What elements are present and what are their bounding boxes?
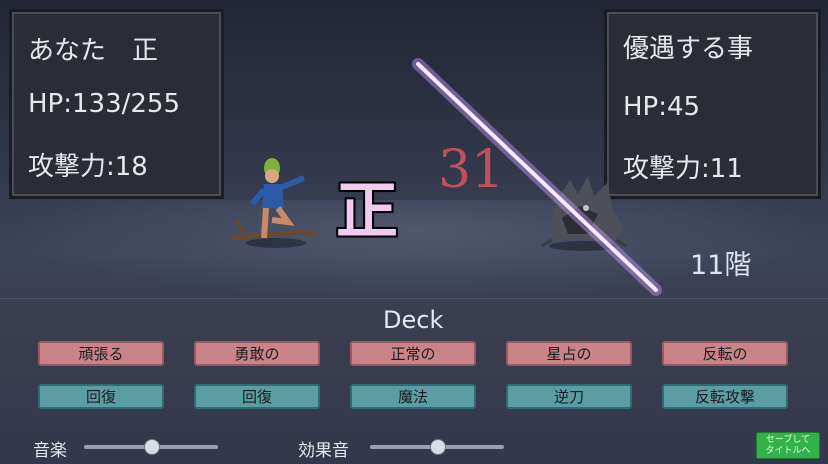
- damage-number: 31: [438, 140, 505, 200]
- save-and-title-button[interactable]: セーブして タイトルへ: [756, 432, 820, 459]
- word-card[interactable]: 正常の: [350, 341, 476, 366]
- player-hp: HP:133/255: [28, 89, 181, 119]
- music-slider-handle[interactable]: [144, 439, 160, 455]
- word-card[interactable]: 星占の: [506, 341, 632, 366]
- player-character-sprite: [231, 158, 317, 248]
- sfx-slider-handle[interactable]: [430, 439, 446, 455]
- sfx-label: 効果音: [298, 441, 349, 461]
- action-card[interactable]: 魔法: [350, 384, 476, 409]
- active-word-kanji: 正: [336, 174, 399, 247]
- player-name: あなた 正: [28, 36, 159, 66]
- save-button-label-line1: セーブして: [765, 434, 811, 445]
- action-card[interactable]: 回復: [38, 384, 164, 409]
- deck-title: Deck: [383, 306, 444, 334]
- action-card[interactable]: 回復: [194, 384, 320, 409]
- player-status-panel: あなた 正 HP:133/255 攻撃力:18: [9, 9, 224, 199]
- word-card[interactable]: 頑張る: [38, 341, 164, 366]
- player-attack: 攻撃力:18: [28, 152, 148, 182]
- floor-level: 11階: [690, 250, 752, 281]
- action-card[interactable]: 反転攻撃: [662, 384, 788, 409]
- music-label: 音楽: [33, 441, 67, 461]
- action-card[interactable]: 逆刀: [506, 384, 632, 409]
- word-card[interactable]: 勇敢の: [194, 341, 320, 366]
- word-card[interactable]: 反転の: [662, 341, 788, 366]
- save-button-label-line2: タイトルへ: [765, 445, 811, 456]
